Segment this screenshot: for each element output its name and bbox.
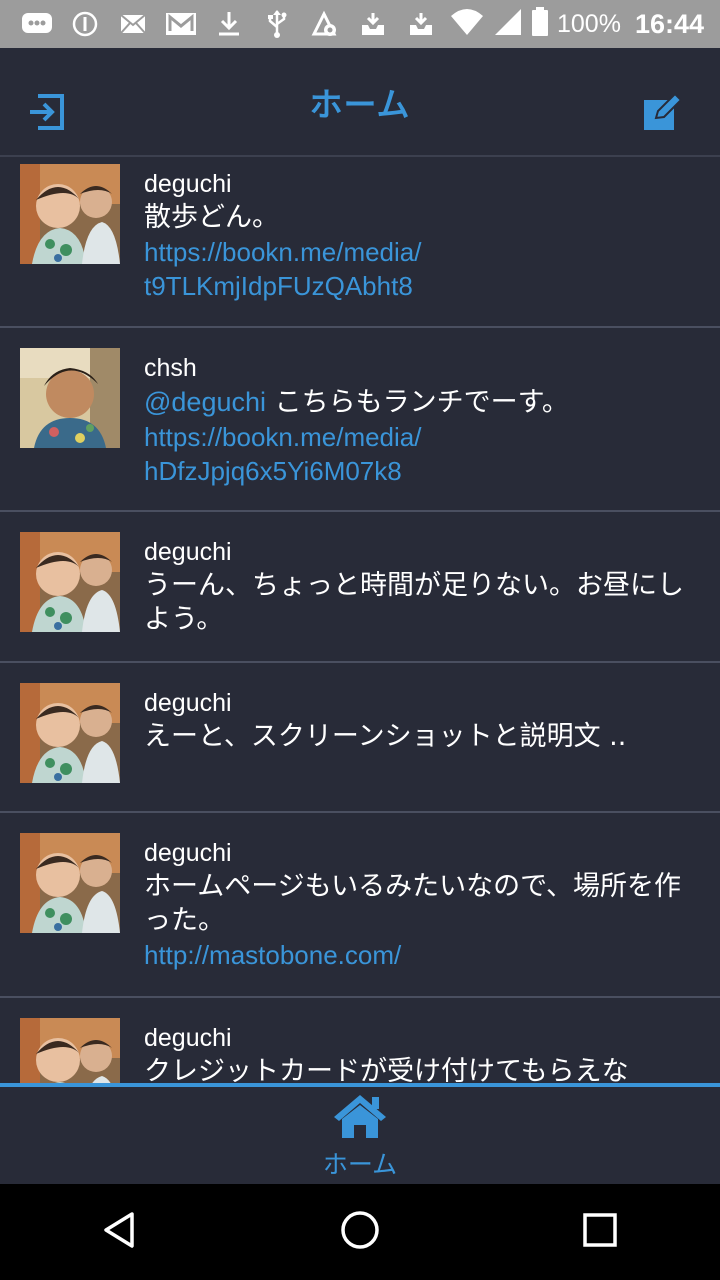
username: deguchi [144,538,232,566]
status-bar: 100% 16:44 [0,0,720,48]
battery-percent: 100% [556,9,621,38]
username: deguchi [144,170,232,198]
home-circle-icon [339,1209,381,1255]
username: deguchi [144,689,232,717]
recents-button[interactable] [560,1192,640,1272]
sync-icon [308,9,342,39]
clock: 16:44 [634,8,704,39]
list-item[interactable]: deguchi 散歩どん。 https://bookn.me/media/ t9… [0,157,720,328]
username: deguchi [144,1024,232,1052]
post-link[interactable]: https://bookn.me/media/ hDfzJpjq6x5Yi6M0… [144,420,700,488]
home-nav-button[interactable] [320,1192,400,1272]
battery-icon [531,7,549,41]
avatar[interactable] [20,1018,120,1083]
compose-button[interactable] [642,92,686,136]
back-button[interactable] [80,1192,160,1272]
inbox-icon [404,9,438,39]
avatar[interactable] [20,164,120,264]
post-link[interactable]: https://bookn.me/media/ t9TLKmjIdpFUzQAb… [144,235,700,303]
recents-icon [582,1212,618,1252]
post-content: @deguchi こちらもランチでーす。 [144,385,700,420]
username: deguchi [144,839,232,867]
compose-icon [642,92,683,136]
signal-icon [493,8,523,40]
home-icon [332,1093,388,1143]
back-icon [100,1210,140,1254]
post-content: クレジットカードが受け付けてもらえな [144,1056,629,1083]
list-item[interactable]: deguchi ホームページもいるみたいなので、場所を作った。 http://m… [0,813,720,998]
mention-link[interactable]: @deguchi [144,387,266,417]
wifi-icon [449,8,485,40]
page-title: ホーム [309,85,411,124]
usb-icon [260,9,294,39]
username: chsh [144,354,197,382]
post-content: ホームページもいるみたいなので、場所を作った。 [144,871,682,936]
app-header: ホーム [0,48,720,157]
timeline-feed[interactable]: deguchi 散歩どん。 https://bookn.me/media/ t9… [0,157,720,1083]
post-content: うーん、ちょっと時間が足りない。お昼にしよう。 [144,570,684,635]
avatar[interactable] [20,348,120,448]
tab-home[interactable]: ホーム [0,1093,720,1181]
tab-bar: ホーム [0,1083,720,1184]
post-text: こちらもランチでーす。 [266,387,569,418]
chat-bubble-icon [20,9,54,39]
mail-icon [116,9,150,39]
list-item[interactable]: chsh @deguchi こちらもランチでーす。 https://bookn.… [0,328,720,512]
gmail-icon [164,9,198,39]
system-nav-bar [0,1184,720,1280]
list-item[interactable]: deguchi えーと、スクリーンショットと説明文 .. [0,663,720,813]
avatar[interactable] [20,683,120,783]
avatar[interactable] [20,532,120,632]
avatar[interactable] [20,833,120,933]
post-content: 散歩どん。 [144,202,279,233]
post-link[interactable]: http://mastobone.com/ [144,938,700,972]
inbox-icon [356,9,390,39]
download-icon [212,9,246,39]
list-item[interactable]: deguchi クレジットカードが受け付けてもらえな [0,998,720,1083]
tab-label: ホーム [322,1150,398,1179]
list-item[interactable]: deguchi うーん、ちょっと時間が足りない。お昼にしよう。 [0,512,720,663]
post-content: えーと、スクリーンショットと説明文 .. [144,721,627,752]
info-icon [68,9,102,39]
